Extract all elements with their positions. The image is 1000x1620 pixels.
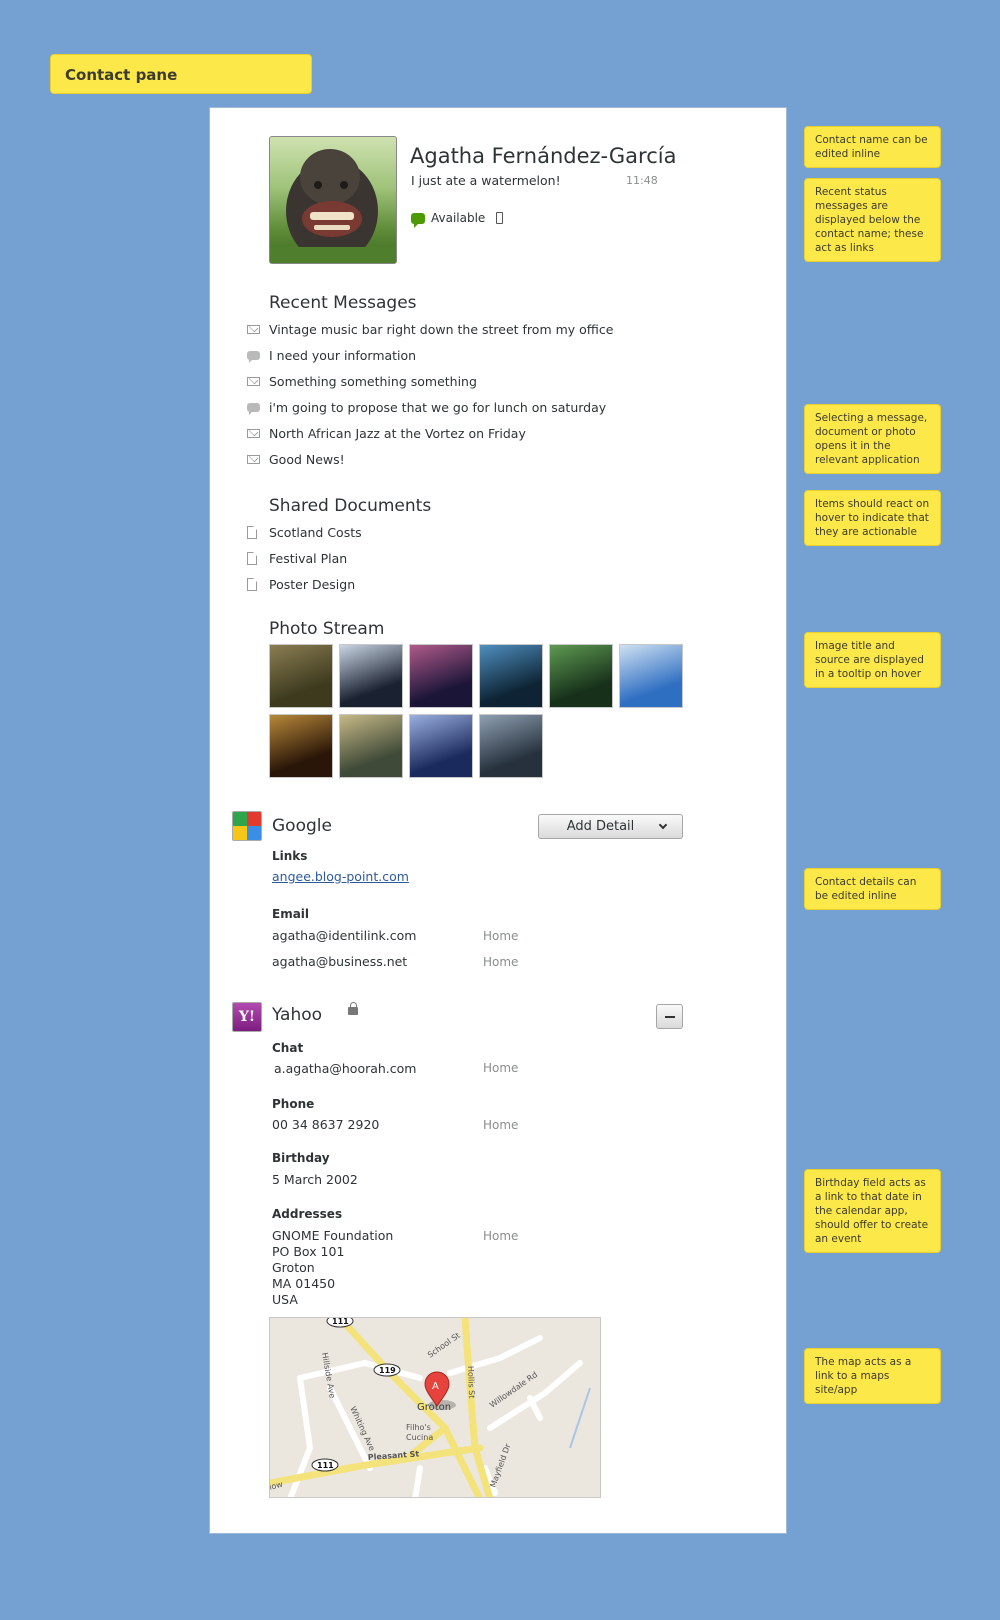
minus-icon [664, 1015, 675, 1018]
page-title: Contact pane [50, 54, 312, 94]
document-item[interactable]: Poster Design [247, 571, 362, 597]
photo-thumbnail[interactable] [269, 644, 333, 708]
photo-thumbnail[interactable] [479, 714, 543, 778]
shared-documents-heading: Shared Documents [269, 496, 432, 516]
avatar[interactable] [269, 136, 397, 264]
recent-messages-list: Vintage music bar right down the street … [247, 316, 613, 472]
map-label: Cucina [406, 1433, 433, 1442]
document-item[interactable]: Festival Plan [247, 545, 362, 571]
shared-documents-list: Scotland Costs Festival Plan Poster Desi… [247, 519, 362, 597]
email-label: Email [272, 907, 310, 921]
svg-text:111: 111 [317, 1461, 334, 1470]
svg-text:Hollis St: Hollis St [466, 1366, 476, 1399]
contact-pane: Agatha Fernández-García I just ate a wat… [209, 107, 787, 1534]
chat-icon [247, 350, 260, 363]
add-detail-button[interactable]: Add Detail [538, 814, 683, 839]
message-item[interactable]: I need your information [247, 342, 613, 368]
phone-value[interactable]: 00 34 8637 2920 [272, 1117, 379, 1132]
google-service-name: Google [272, 816, 332, 836]
yahoo-service-name: Yahoo [272, 1005, 323, 1025]
google-logo-icon [232, 811, 262, 841]
recent-messages-heading: Recent Messages [269, 293, 417, 313]
mail-icon [247, 376, 260, 386]
photo-stream-heading: Photo Stream [269, 619, 385, 639]
photo-thumbnail[interactable] [409, 644, 473, 708]
presence-status: Available [411, 211, 486, 228]
photo-stream-grid [269, 644, 685, 778]
contact-name[interactable]: Agatha Fernández-García [410, 144, 676, 168]
photo-thumbnail[interactable] [409, 714, 473, 778]
svg-text:School St: School St [426, 1331, 462, 1360]
birthday-label: Birthday [272, 1151, 330, 1165]
annotation-note: Items should react on hover to indicate … [804, 490, 941, 546]
svg-text:111: 111 [332, 1318, 349, 1326]
annotation-note: Image title and source are displayed in … [804, 632, 941, 688]
email-value[interactable]: agatha@identilink.com [272, 928, 416, 943]
chat-bubble-icon [411, 212, 425, 228]
address-map[interactable]: School St Hollis St Hillside Ave Whiting… [269, 1317, 601, 1498]
annotation-note: Contact name can be edited inline [804, 126, 941, 168]
mail-icon [247, 324, 260, 334]
message-item[interactable]: North African Jazz at the Vortez on Frid… [247, 420, 613, 446]
annotation-note: Selecting a message, document or photo o… [804, 404, 941, 474]
chat-value[interactable]: a.agatha@hoorah.com [274, 1061, 416, 1076]
birthday-value[interactable]: 5 March 2002 [272, 1172, 358, 1187]
address-block[interactable]: GNOME Foundation PO Box 101 Groton MA 01… [272, 1228, 393, 1308]
status-timestamp: 11:48 [626, 174, 658, 187]
message-item[interactable]: Good News! [247, 446, 613, 472]
lock-icon [348, 1002, 358, 1015]
website-link[interactable]: angee.blog-point.com [272, 869, 409, 884]
photo-thumbnail[interactable] [339, 644, 403, 708]
presence-label: Available [431, 211, 486, 225]
message-item[interactable]: Vintage music bar right down the street … [247, 316, 613, 342]
email-value[interactable]: agatha@business.net [272, 954, 407, 969]
chat-type[interactable]: Home [483, 1061, 518, 1075]
message-item[interactable]: Something something something [247, 368, 613, 394]
document-icon [247, 525, 257, 539]
address-type[interactable]: Home [483, 1229, 518, 1243]
annotation-note: Birthday field acts as a link to that da… [804, 1169, 941, 1253]
links-label: Links [272, 849, 308, 863]
svg-text:119: 119 [379, 1366, 396, 1375]
mail-icon [247, 454, 260, 464]
phone-type[interactable]: Home [483, 1118, 518, 1132]
photo-thumbnail[interactable] [619, 644, 683, 708]
annotation-note: Recent status messages are displayed bel… [804, 178, 941, 262]
phone-label: Phone [272, 1097, 315, 1111]
document-icon [247, 577, 257, 591]
remove-service-button[interactable] [656, 1004, 683, 1029]
photo-thumbnail[interactable] [269, 714, 333, 778]
yahoo-logo-icon: Y! [232, 1002, 262, 1032]
email-type[interactable]: Home [483, 955, 518, 969]
status-message[interactable]: I just ate a watermelon! [411, 173, 561, 188]
chat-label: Chat [272, 1041, 304, 1055]
document-item[interactable]: Scotland Costs [247, 519, 362, 545]
mail-icon [247, 428, 260, 438]
chat-icon [247, 402, 260, 415]
message-item[interactable]: i'm going to propose that we go for lunc… [247, 394, 613, 420]
photo-thumbnail[interactable] [339, 714, 403, 778]
chevron-down-icon [659, 820, 668, 830]
svg-text:Mayfield Dr: Mayfield Dr [488, 1442, 512, 1489]
email-type[interactable]: Home [483, 929, 518, 943]
map-marker-label: A [432, 1381, 439, 1392]
svg-text:Filho's: Filho's [406, 1423, 431, 1432]
mobile-phone-icon [496, 212, 503, 224]
addresses-label: Addresses [272, 1207, 343, 1221]
annotation-note: The map acts as a link to a maps site/ap… [804, 1348, 941, 1404]
map-image: School St Hollis St Hillside Ave Whiting… [270, 1318, 591, 1497]
avatar-image [270, 149, 396, 263]
document-icon [247, 551, 257, 565]
annotation-note: Contact details can be edited inline [804, 868, 941, 910]
photo-thumbnail[interactable] [549, 644, 613, 708]
photo-thumbnail[interactable] [479, 644, 543, 708]
